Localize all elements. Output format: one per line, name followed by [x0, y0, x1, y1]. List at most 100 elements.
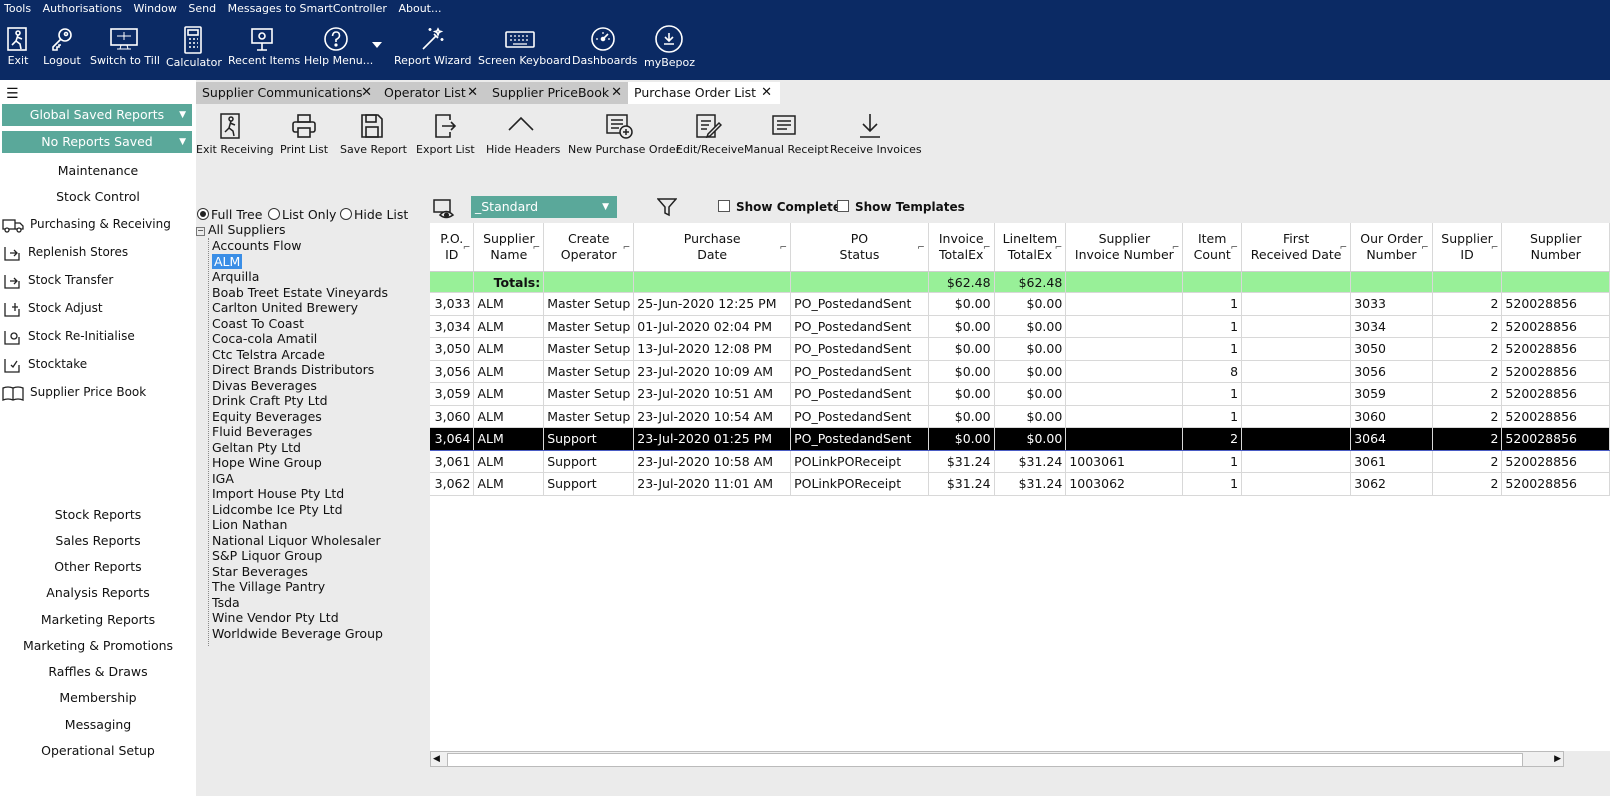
tree-item[interactable]: S&P Liquor Group [212, 548, 322, 564]
logout-button[interactable]: Logout [40, 18, 84, 80]
sidebar-item-stocktake[interactable]: Stocktake [2, 354, 87, 374]
list-only-radio[interactable]: List Only [268, 207, 336, 222]
print-list-button[interactable]: Print List [280, 112, 328, 156]
menu-authorisations[interactable]: Authorisations [39, 0, 126, 15]
hide-list-radio[interactable]: Hide List [340, 207, 408, 222]
sidebar-operational-setup[interactable]: Operational Setup [0, 743, 196, 758]
table-row[interactable]: 3,061 ALM Support 23-Jul-2020 10:58 AM POLin… [430, 450, 1610, 473]
tree-item[interactable]: The Village Pantry [212, 579, 325, 595]
menu-tools[interactable]: Tools [0, 0, 35, 15]
receive-invoices-button[interactable]: Receive Invoices [830, 112, 922, 156]
sidebar-marketing-promotions[interactable]: Marketing & Promotions [0, 638, 196, 653]
column-header[interactable]: First Received Date ⌐ [1241, 223, 1352, 272]
tree-item[interactable]: Arquilla [212, 269, 259, 285]
sidebar-sales-reports[interactable]: Sales Reports [0, 533, 196, 548]
tab-supplier-pricebook[interactable]: Supplier PriceBook ✕ [486, 82, 630, 104]
tree-item[interactable]: Boab Treet Estate Vineyards [212, 285, 388, 301]
save-report-button[interactable]: Save Report [340, 112, 407, 156]
tree-item[interactable]: ALM [212, 253, 243, 270]
close-icon[interactable]: ✕ [361, 82, 372, 104]
screen-keyboard-button[interactable]: Screen Keyboard [478, 18, 571, 80]
exit-button[interactable]: Exit [2, 18, 34, 80]
sidebar-item-purchasing-receiving[interactable]: Purchasing & Receiving [2, 214, 171, 234]
scroll-left-icon[interactable]: ◀ [433, 752, 440, 766]
table-row[interactable]: 3,064 ALM Support 23-Jul-2020 01:25 PM PO_Po… [430, 427, 1610, 451]
table-row[interactable]: 3,033 ALM Master Setup 25-Jun-2020 12:25 PM… [430, 292, 1610, 316]
pin-icon[interactable]: ⌐ [983, 240, 991, 256]
tab-purchase-order-list[interactable]: Purchase Order List ✕ [628, 82, 780, 104]
scrollbar-thumb[interactable] [447, 753, 1523, 767]
column-header[interactable]: Supplier Number [1501, 223, 1610, 272]
tree-item[interactable]: Coast To Coast [212, 316, 304, 332]
sidebar-membership[interactable]: Membership [0, 690, 196, 705]
tree-item[interactable]: Lion Nathan [212, 517, 287, 533]
close-icon[interactable]: ✕ [611, 82, 622, 104]
tree-item[interactable]: Coca-cola Amatil [212, 331, 317, 347]
sidebar-analysis-reports[interactable]: Analysis Reports [0, 585, 196, 600]
table-row[interactable]: 3,060 ALM Master Setup 23-Jul-2020 10:54 AM… [430, 405, 1610, 428]
sidebar-other-reports[interactable]: Other Reports [0, 559, 196, 574]
help-dropdown-button[interactable] [370, 18, 384, 80]
tree-item[interactable]: Equity Beverages [212, 409, 322, 425]
pin-icon[interactable]: ⌐ [463, 240, 471, 256]
table-row[interactable]: 3,059 ALM Master Setup 23-Jul-2020 10:51 AM… [430, 382, 1610, 406]
exit-receiving-button[interactable]: Exit Receiving [196, 112, 274, 156]
new-purchase-order-button[interactable]: New Purchase Order [568, 112, 680, 156]
saved-reports-dropdown[interactable]: No Reports Saved ▼ [2, 131, 192, 153]
close-icon[interactable]: ✕ [467, 82, 478, 104]
table-row[interactable]: 3,034 ALM Master Setup 01-Jul-2020 02:04 PM… [430, 315, 1610, 338]
table-row[interactable]: 3,056 ALM Master Setup 23-Jul-2020 10:09 AM… [430, 360, 1610, 383]
filter-button[interactable] [656, 197, 678, 220]
sidebar-maintenance[interactable]: Maintenance [0, 163, 196, 178]
dashboards-button[interactable]: Dashboards [572, 18, 637, 80]
column-header[interactable]: Supplier Name ⌐ [473, 223, 545, 272]
pin-icon[interactable]: ⌐ [1172, 240, 1180, 256]
column-header[interactable]: P.O. ID ⌐ [430, 223, 475, 272]
calculator-button[interactable]: Calculator [166, 18, 222, 80]
tree-item[interactable]: Carlton United Brewery [212, 300, 358, 316]
pin-icon[interactable]: ⌐ [1491, 240, 1499, 256]
recent-items-button[interactable]: Recent Items [228, 18, 300, 80]
tree-item[interactable]: Divas Beverages [212, 378, 317, 394]
sidebar-stock-control[interactable]: Stock Control [0, 189, 196, 204]
global-saved-reports-dropdown[interactable]: Global Saved Reports ▼ [2, 104, 192, 126]
sidebar-stock-reports[interactable]: Stock Reports [0, 507, 196, 522]
sidebar-item-replenish-stores[interactable]: Replenish Stores [2, 242, 128, 262]
sidebar-messaging[interactable]: Messaging [0, 717, 196, 732]
column-header[interactable]: Purchase Date ⌐ [633, 223, 792, 272]
sidebar-item-stock-adjust[interactable]: Stock Adjust [2, 298, 103, 318]
tree-item[interactable]: Wine Vendor Pty Ltd [212, 610, 339, 626]
tree-item[interactable]: Geltan Pty Ltd [212, 440, 301, 456]
table-row[interactable]: 3,062 ALM Support 23-Jul-2020 11:01 AM POLin… [430, 472, 1610, 496]
column-header[interactable]: Create Operator ⌐ [543, 223, 635, 272]
mybepoz-button[interactable]: myBepoz [644, 18, 695, 80]
pin-icon[interactable]: ⌐ [780, 240, 788, 256]
tree-root-all-suppliers[interactable]: − All Suppliers [196, 222, 285, 237]
view-options-button[interactable] [432, 198, 458, 223]
edit-receive-button[interactable]: Edit/Receive [676, 112, 744, 156]
tree-item[interactable]: Fluid Beverages [212, 424, 312, 440]
pin-icon[interactable]: ⌐ [1340, 240, 1348, 256]
sidebar-marketing-reports[interactable]: Marketing Reports [0, 612, 196, 627]
hamburger-menu-icon[interactable]: ☰ [6, 86, 19, 102]
layout-dropdown[interactable]: _Standard ▼ [471, 196, 617, 218]
column-header[interactable]: Item Count ⌐ [1182, 223, 1243, 272]
pin-icon[interactable]: ⌐ [1421, 240, 1429, 256]
menu-window[interactable]: Window [129, 0, 180, 15]
tree-item[interactable]: Accounts Flow [212, 238, 302, 254]
manual-receipt-button[interactable]: Manual Receipt [744, 112, 829, 156]
scroll-right-icon[interactable]: ▶ [1554, 752, 1561, 766]
column-header[interactable]: LineItem TotalEx ⌐ [994, 223, 1067, 272]
collapse-icon[interactable]: − [196, 227, 205, 236]
tree-item[interactable]: Lidcombe Ice Pty Ltd [212, 502, 343, 518]
pin-icon[interactable]: ⌐ [533, 240, 541, 256]
menu-messages[interactable]: Messages to SmartController [224, 0, 391, 15]
sidebar-raffles-draws[interactable]: Raffles & Draws [0, 664, 196, 679]
tree-item[interactable]: National Liquor Wholesaler [212, 533, 381, 549]
table-row[interactable]: 3,050 ALM Master Setup 13-Jul-2020 12:08 PM… [430, 337, 1610, 361]
horizontal-scrollbar[interactable]: ◀ ▶ [430, 751, 1564, 767]
tree-item[interactable]: Tsda [212, 595, 240, 611]
pin-icon[interactable]: ⌐ [917, 240, 925, 256]
switch-to-till-button[interactable]: Switch to Till [90, 18, 160, 80]
pin-icon[interactable]: ⌐ [1055, 240, 1063, 256]
